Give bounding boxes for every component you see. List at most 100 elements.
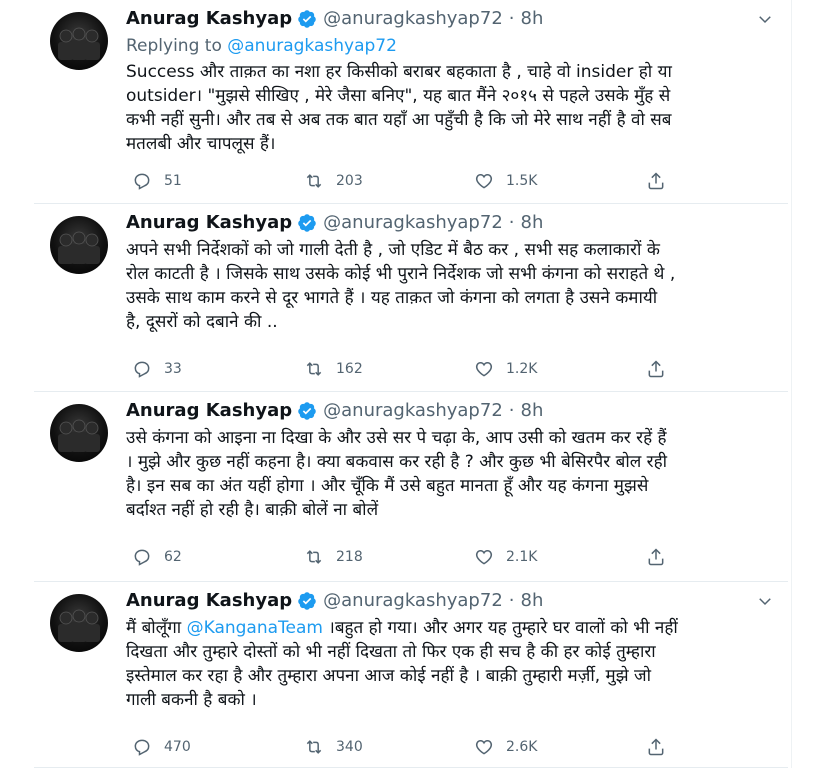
chevron-down-icon[interactable] — [756, 10, 774, 28]
tweet[interactable]: Anurag Kashyap @anuragkashyap72 · 8h मैं… — [34, 582, 788, 768]
avatar[interactable] — [50, 594, 108, 652]
reply-button[interactable]: 62 — [132, 544, 182, 570]
like-icon — [475, 739, 493, 755]
reply-count: 33 — [164, 361, 182, 377]
reply-button[interactable]: 470 — [132, 734, 191, 760]
tweet[interactable]: Anurag Kashyap @anuragkashyap72 · 8h Rep… — [34, 0, 788, 204]
like-count: 2.1K — [506, 549, 538, 565]
verified-badge-icon — [298, 213, 316, 232]
retweet-count: 218 — [336, 549, 363, 565]
share-button[interactable] — [646, 168, 666, 194]
timestamp[interactable]: 8h — [521, 212, 544, 233]
verified-badge-icon — [298, 591, 316, 610]
separator-dot: · — [508, 590, 515, 611]
timestamp[interactable]: 8h — [521, 400, 544, 421]
like-button[interactable]: 1.2K — [474, 356, 537, 382]
share-icon — [648, 548, 664, 566]
tweet-text-line: मतलबी और चापलूस हैं। — [126, 134, 276, 154]
author-name[interactable]: Anurag Kashyap — [126, 212, 292, 233]
share-icon — [648, 738, 664, 756]
tweet[interactable]: Anurag Kashyap @anuragkashyap72 · 8h अपन… — [34, 204, 788, 392]
tweet-text-line: बर्दाश्त नहीं हो रही है। बाक़ी बोलें ना … — [126, 500, 379, 520]
tweet-actions: 51 203 1.5K — [126, 168, 686, 194]
tweet-text-line: कभी नहीं सुनी। और तब से अब तक बात यहाँ आ… — [126, 110, 672, 130]
retweet-count: 340 — [336, 739, 363, 755]
like-icon — [475, 549, 493, 565]
tweet-text-fragment: मैं बोलूँगा — [126, 618, 187, 638]
share-icon — [648, 172, 664, 190]
tweet-text-line: दिखता और तुम्हारे दोस्तों को भी नहीं दिख… — [126, 642, 656, 662]
timestamp[interactable]: 8h — [521, 8, 544, 29]
retweet-count: 203 — [336, 173, 363, 189]
tweet-actions: 470 340 2.6K — [126, 734, 686, 760]
tweet-text: मैं बोलूँगा @KanganaTeam ।बहुत हो गया। औ… — [126, 616, 776, 712]
author-name[interactable]: Anurag Kashyap — [126, 400, 292, 421]
tweet-text-line: Success और ताक़त का नशा हर किसीको बराबर … — [126, 62, 672, 82]
avatar[interactable] — [50, 12, 108, 70]
retweet-button[interactable]: 162 — [304, 356, 363, 382]
tweet-text-line: अपने सभी निर्देशकों को जो गाली देती है ,… — [126, 240, 660, 260]
like-button[interactable]: 2.6K — [474, 734, 537, 760]
author-name[interactable]: Anurag Kashyap — [126, 590, 292, 611]
reply-count: 470 — [164, 739, 191, 755]
replying-to: Replying to @anuragkashyap72 — [126, 36, 397, 56]
reply-button[interactable]: 51 — [132, 168, 182, 194]
like-count: 1.5K — [506, 173, 538, 189]
author-handle[interactable]: @anuragkashyap72 — [323, 400, 503, 421]
like-count: 1.2K — [506, 361, 538, 377]
share-icon — [648, 360, 664, 378]
reply-count: 51 — [164, 173, 182, 189]
right-gutter — [791, 0, 822, 768]
tweet-text-line: उसके साथ काम करने से दूर भागते हैं । यह … — [126, 288, 658, 308]
replying-to-mention[interactable]: @anuragkashyap72 — [227, 36, 397, 56]
reply-button[interactable]: 33 — [132, 356, 182, 382]
avatar[interactable] — [50, 216, 108, 274]
separator-dot: · — [508, 400, 515, 421]
share-button[interactable] — [646, 356, 666, 382]
avatar[interactable] — [50, 404, 108, 462]
tweet-text: अपने सभी निर्देशकों को जो गाली देती है ,… — [126, 238, 776, 334]
timestamp[interactable]: 8h — [521, 590, 544, 611]
verified-badge-icon — [298, 401, 316, 420]
tweet-text-line: उसे कंगना को आइना ना दिखा के और उसे सर प… — [126, 428, 667, 448]
separator-dot: · — [508, 8, 515, 29]
author-handle[interactable]: @anuragkashyap72 — [323, 8, 503, 29]
tweet-text-line: outsider। "मुझसे सीखिए , मेरे जैसा बनिए"… — [126, 86, 671, 106]
reply-count: 62 — [164, 549, 182, 565]
share-button[interactable] — [646, 544, 666, 570]
reply-icon — [134, 739, 150, 756]
tweet-text-line: है, दूसरों को दबाने की .. — [126, 312, 278, 332]
like-button[interactable]: 1.5K — [474, 168, 537, 194]
tweet-thread: Anurag Kashyap @anuragkashyap72 · 8h Rep… — [34, 0, 788, 768]
retweet-icon — [306, 550, 322, 564]
tweet-text-line: रोल काटती है । जिसके साथ उसके कोई भी पुर… — [126, 264, 676, 284]
author-handle[interactable]: @anuragkashyap72 — [323, 590, 503, 611]
like-button[interactable]: 2.1K — [474, 544, 537, 570]
separator-dot: · — [508, 212, 515, 233]
tweet-text-line: है। इन सब का अंत यहीं होगा । और चूँकि मै… — [126, 476, 649, 496]
chevron-down-icon[interactable] — [756, 592, 774, 610]
retweet-button[interactable]: 340 — [304, 734, 363, 760]
tweet[interactable]: Anurag Kashyap @anuragkashyap72 · 8h उसे… — [34, 392, 788, 582]
tweet-text: Success और ताक़त का नशा हर किसीको बराबर … — [126, 60, 776, 156]
author-name[interactable]: Anurag Kashyap — [126, 8, 292, 29]
tweet-text-line: मैं बोलूँगा @KanganaTeam ।बहुत हो गया। औ… — [126, 616, 776, 640]
retweet-icon — [306, 362, 322, 376]
tweet-actions: 62 218 2.1K — [126, 544, 686, 570]
tweet-text: उसे कंगना को आइना ना दिखा के और उसे सर प… — [126, 426, 776, 522]
reply-icon — [134, 173, 150, 190]
author-handle[interactable]: @anuragkashyap72 — [323, 212, 503, 233]
left-gutter — [0, 0, 34, 768]
retweet-button[interactable]: 218 — [304, 544, 363, 570]
retweet-icon — [306, 174, 322, 188]
like-icon — [475, 361, 493, 377]
retweet-count: 162 — [336, 361, 363, 377]
share-button[interactable] — [646, 734, 666, 760]
like-count: 2.6K — [506, 739, 538, 755]
retweet-button[interactable]: 203 — [304, 168, 363, 194]
replying-to-label: Replying to — [126, 36, 222, 56]
like-icon — [475, 173, 493, 189]
mention-link[interactable]: @KanganaTeam — [187, 618, 323, 638]
reply-icon — [134, 361, 150, 378]
tweet-text-line: । मुझे और कुछ नहीं कहना है। क्या बकवास क… — [126, 452, 668, 472]
